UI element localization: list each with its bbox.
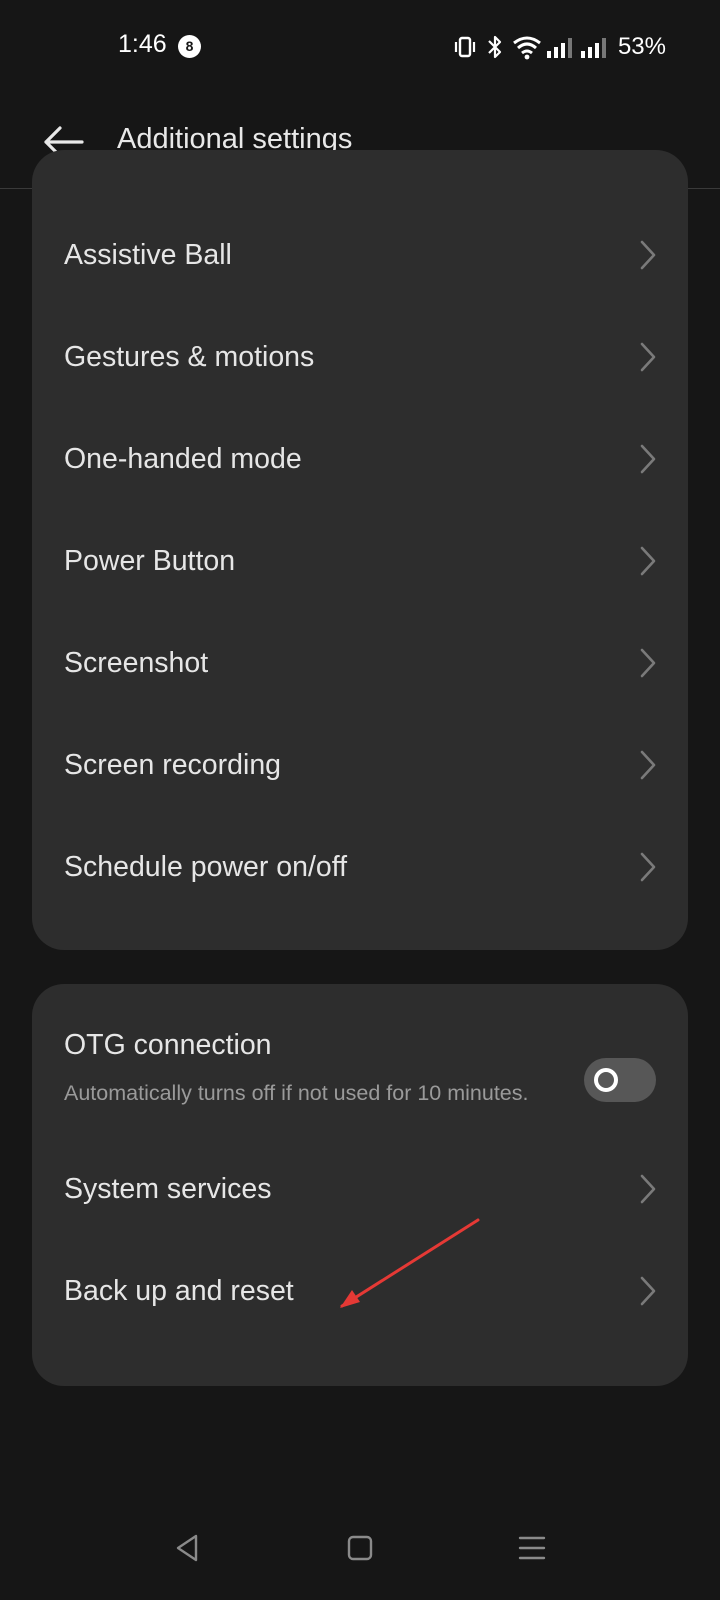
chevron-right-icon (636, 646, 660, 680)
settings-item-label: Screen recording (64, 749, 282, 781)
navigation-bar (0, 1510, 720, 1600)
settings-item-label: Screenshot (64, 647, 209, 679)
settings-item-label: System services (64, 1173, 272, 1205)
chevron-right-icon (636, 748, 660, 782)
menu-recents-icon (512, 1528, 552, 1568)
status-bar: 1:46 8 53% (0, 0, 720, 96)
settings-item-otg-connection[interactable]: OTG connection Automatically turns off i… (32, 984, 688, 1134)
battery-level: 53% (617, 33, 666, 60)
settings-item-label: Power Button (64, 545, 236, 577)
chevron-right-icon (636, 238, 660, 272)
settings-item-schedule-power[interactable]: Schedule power on/off (32, 816, 688, 916)
settings-item-label: Back up and reset (64, 1275, 294, 1307)
notification-count-badge: 8 (178, 35, 201, 58)
settings-item-gestures-motions[interactable]: Gestures & motions (32, 306, 688, 406)
otg-toggle[interactable] (584, 1058, 656, 1102)
annotation-arrow-icon (330, 1210, 490, 1320)
settings-item-assistive-ball[interactable]: Assistive Ball (32, 204, 688, 304)
settings-item-screen-recording[interactable]: Screen recording (32, 714, 688, 814)
nav-home-button[interactable] (340, 1528, 380, 1568)
square-home-icon (340, 1528, 380, 1568)
wifi-icon (512, 34, 542, 60)
otg-description: Automatically turns off if not used for … (64, 1081, 529, 1105)
settings-item-label: Schedule power on/off (64, 851, 348, 883)
settings-item-label: Assistive Ball (64, 239, 232, 271)
vibrate-icon (452, 34, 478, 60)
chevron-right-icon (636, 340, 660, 374)
otg-title: OTG connection (64, 1029, 272, 1061)
chevron-right-icon (636, 544, 660, 578)
chevron-right-icon (636, 442, 660, 476)
settings-item-label: One-handed mode (64, 443, 302, 475)
status-time: 1:46 (118, 30, 167, 58)
settings-item-label: Gestures & motions (64, 341, 315, 373)
nav-back-button[interactable] (168, 1528, 208, 1568)
toggle-knob (594, 1068, 618, 1092)
settings-item-screenshot[interactable]: Screenshot (32, 612, 688, 712)
signal-icon (580, 34, 608, 60)
status-icons: 53% (452, 32, 666, 62)
chevron-right-icon (636, 1274, 660, 1308)
settings-group-system: OTG connection Automatically turns off i… (32, 984, 688, 1386)
nav-recents-button[interactable] (512, 1528, 552, 1568)
settings-item-power-button[interactable]: Power Button (32, 510, 688, 610)
chevron-right-icon (636, 850, 660, 884)
settings-item-one-handed-mode[interactable]: One-handed mode (32, 408, 688, 508)
signal-icon (546, 34, 574, 60)
triangle-back-icon (168, 1528, 208, 1568)
chevron-right-icon (636, 1172, 660, 1206)
bluetooth-icon (486, 34, 504, 60)
settings-group-general: Assistive Ball Gestures & motions One-ha… (32, 150, 688, 950)
